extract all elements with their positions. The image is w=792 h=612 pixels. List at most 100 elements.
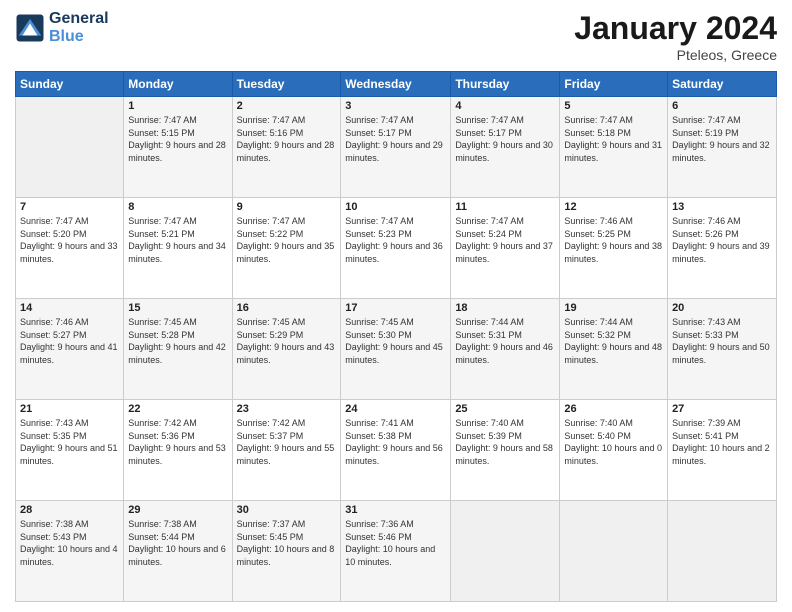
day-number: 13 bbox=[672, 201, 772, 213]
calendar-container: General Blue January 2024 Pteleos, Greec… bbox=[0, 0, 792, 612]
calendar-cell: 16Sunrise: 7:45 AMSunset: 5:29 PMDayligh… bbox=[232, 299, 341, 400]
day-info: Sunrise: 7:36 AMSunset: 5:46 PMDaylight:… bbox=[345, 518, 446, 568]
day-info: Sunrise: 7:47 AMSunset: 5:15 PMDaylight:… bbox=[128, 114, 227, 164]
calendar-cell: 18Sunrise: 7:44 AMSunset: 5:31 PMDayligh… bbox=[451, 299, 560, 400]
day-number: 23 bbox=[237, 403, 337, 415]
day-number: 15 bbox=[128, 302, 227, 314]
calendar-cell: 27 Sunrise: 7:39 AMSunset: 5:41 PMDayligh… bbox=[668, 400, 777, 501]
day-info: Sunrise: 7:47 AMSunset: 5:16 PMDaylight:… bbox=[237, 114, 337, 164]
logo-icon bbox=[15, 13, 45, 43]
day-number: 12 bbox=[564, 201, 663, 213]
logo-text: General Blue bbox=[49, 10, 109, 46]
title-block: January 2024 Pteleos, Greece bbox=[574, 10, 777, 63]
day-info: Sunrise: 7:47 AMSunset: 5:24 PMDaylight:… bbox=[455, 215, 555, 265]
day-number: 11 bbox=[455, 201, 555, 213]
calendar-cell: 13 Sunrise: 7:46 AMSunset: 5:26 PMDayligh… bbox=[668, 198, 777, 299]
calendar-cell: 5 Sunrise: 7:47 AMSunset: 5:18 PMDaylight… bbox=[560, 97, 668, 198]
day-number: 30 bbox=[237, 504, 337, 516]
day-number: 7 bbox=[20, 201, 119, 213]
day-number: 10 bbox=[345, 201, 446, 213]
day-info: Sunrise: 7:47 AMSunset: 5:23 PMDaylight:… bbox=[345, 215, 446, 265]
calendar-cell: 24 Sunrise: 7:41 AMSunset: 5:38 PMDayligh… bbox=[341, 400, 451, 501]
calendar-cell: 21 Sunrise: 7:43 AMSunset: 5:35 PMDayligh… bbox=[16, 400, 124, 501]
day-info: Sunrise: 7:45 AMSunset: 5:29 PMDaylight:… bbox=[237, 316, 337, 366]
calendar-cell: 31 Sunrise: 7:36 AMSunset: 5:46 PMDayligh… bbox=[341, 501, 451, 602]
day-info: Sunrise: 7:40 AMSunset: 5:39 PMDaylight:… bbox=[455, 417, 555, 467]
day-number: 8 bbox=[128, 201, 227, 213]
day-info: Sunrise: 7:47 AMSunset: 5:18 PMDaylight:… bbox=[564, 114, 663, 164]
day-info: Sunrise: 7:45 AMSunset: 5:28 PMDaylight:… bbox=[128, 316, 227, 366]
day-info: Sunrise: 7:43 AMSunset: 5:35 PMDaylight:… bbox=[20, 417, 119, 467]
calendar-cell: 1Sunrise: 7:47 AMSunset: 5:15 PMDaylight… bbox=[124, 97, 232, 198]
day-number: 4 bbox=[455, 100, 555, 112]
day-info: Sunrise: 7:37 AMSunset: 5:45 PMDaylight:… bbox=[237, 518, 337, 568]
calendar-cell bbox=[668, 501, 777, 602]
weekday-header-wednesday: Wednesday bbox=[341, 72, 451, 97]
day-info: Sunrise: 7:43 AMSunset: 5:33 PMDaylight:… bbox=[672, 316, 772, 366]
calendar-header: General Blue January 2024 Pteleos, Greec… bbox=[15, 10, 777, 63]
calendar-cell: 14 Sunrise: 7:46 AMSunset: 5:27 PMDayligh… bbox=[16, 299, 124, 400]
calendar-cell: 19Sunrise: 7:44 AMSunset: 5:32 PMDayligh… bbox=[560, 299, 668, 400]
calendar-week-row: 7Sunrise: 7:47 AMSunset: 5:20 PMDaylight… bbox=[16, 198, 777, 299]
calendar-subtitle: Pteleos, Greece bbox=[574, 47, 777, 63]
day-number: 31 bbox=[345, 504, 446, 516]
calendar-cell: 2 Sunrise: 7:47 AMSunset: 5:16 PMDaylight… bbox=[232, 97, 341, 198]
day-info: Sunrise: 7:46 AMSunset: 5:27 PMDaylight:… bbox=[20, 316, 119, 366]
day-number: 2 bbox=[237, 100, 337, 112]
day-number: 9 bbox=[237, 201, 337, 213]
day-info: Sunrise: 7:38 AMSunset: 5:44 PMDaylight:… bbox=[128, 518, 227, 568]
weekday-header-tuesday: Tuesday bbox=[232, 72, 341, 97]
calendar-cell: 25 Sunrise: 7:40 AMSunset: 5:39 PMDayligh… bbox=[451, 400, 560, 501]
day-info: Sunrise: 7:44 AMSunset: 5:32 PMDaylight:… bbox=[564, 316, 663, 366]
day-info: Sunrise: 7:39 AMSunset: 5:41 PMDaylight:… bbox=[672, 417, 772, 467]
day-number: 28 bbox=[20, 504, 119, 516]
calendar-cell: 20 Sunrise: 7:43 AMSunset: 5:33 PMDayligh… bbox=[668, 299, 777, 400]
day-info: Sunrise: 7:40 AMSunset: 5:40 PMDaylight:… bbox=[564, 417, 663, 467]
calendar-cell: 29 Sunrise: 7:38 AMSunset: 5:44 PMDayligh… bbox=[124, 501, 232, 602]
calendar-cell: 3Sunrise: 7:47 AMSunset: 5:17 PMDaylight… bbox=[341, 97, 451, 198]
day-number: 20 bbox=[672, 302, 772, 314]
day-info: Sunrise: 7:42 AMSunset: 5:36 PMDaylight:… bbox=[128, 417, 227, 467]
calendar-cell: 15 Sunrise: 7:45 AMSunset: 5:28 PMDayligh… bbox=[124, 299, 232, 400]
weekday-header-saturday: Saturday bbox=[668, 72, 777, 97]
weekday-header-friday: Friday bbox=[560, 72, 668, 97]
calendar-cell: 22Sunrise: 7:42 AMSunset: 5:36 PMDayligh… bbox=[124, 400, 232, 501]
day-number: 25 bbox=[455, 403, 555, 415]
calendar-cell bbox=[560, 501, 668, 602]
day-info: Sunrise: 7:41 AMSunset: 5:38 PMDaylight:… bbox=[345, 417, 446, 467]
day-info: Sunrise: 7:47 AMSunset: 5:21 PMDaylight:… bbox=[128, 215, 227, 265]
calendar-cell: 8 Sunrise: 7:47 AMSunset: 5:21 PMDaylight… bbox=[124, 198, 232, 299]
day-number: 6 bbox=[672, 100, 772, 112]
day-info: Sunrise: 7:42 AMSunset: 5:37 PMDaylight:… bbox=[237, 417, 337, 467]
day-number: 24 bbox=[345, 403, 446, 415]
day-number: 14 bbox=[20, 302, 119, 314]
day-number: 5 bbox=[564, 100, 663, 112]
calendar-cell: 23 Sunrise: 7:42 AMSunset: 5:37 PMDayligh… bbox=[232, 400, 341, 501]
day-number: 21 bbox=[20, 403, 119, 415]
day-number: 27 bbox=[672, 403, 772, 415]
weekday-header-row: SundayMondayTuesdayWednesdayThursdayFrid… bbox=[16, 72, 777, 97]
day-number: 3 bbox=[345, 100, 446, 112]
weekday-header-thursday: Thursday bbox=[451, 72, 560, 97]
calendar-cell: 7Sunrise: 7:47 AMSunset: 5:20 PMDaylight… bbox=[16, 198, 124, 299]
calendar-cell bbox=[451, 501, 560, 602]
calendar-week-row: 14 Sunrise: 7:46 AMSunset: 5:27 PMDayligh… bbox=[16, 299, 777, 400]
day-info: Sunrise: 7:38 AMSunset: 5:43 PMDaylight:… bbox=[20, 518, 119, 568]
day-info: Sunrise: 7:46 AMSunset: 5:25 PMDaylight:… bbox=[564, 215, 663, 265]
day-info: Sunrise: 7:46 AMSunset: 5:26 PMDaylight:… bbox=[672, 215, 772, 265]
calendar-cell: 12 Sunrise: 7:46 AMSunset: 5:25 PMDayligh… bbox=[560, 198, 668, 299]
day-number: 26 bbox=[564, 403, 663, 415]
day-info: Sunrise: 7:45 AMSunset: 5:30 PMDaylight:… bbox=[345, 316, 446, 366]
calendar-cell bbox=[16, 97, 124, 198]
calendar-week-row: 1Sunrise: 7:47 AMSunset: 5:15 PMDaylight… bbox=[16, 97, 777, 198]
day-number: 17 bbox=[345, 302, 446, 314]
weekday-header-monday: Monday bbox=[124, 72, 232, 97]
weekday-header-sunday: Sunday bbox=[16, 72, 124, 97]
calendar-cell: 11 Sunrise: 7:47 AMSunset: 5:24 PMDayligh… bbox=[451, 198, 560, 299]
calendar-cell: 26 Sunrise: 7:40 AMSunset: 5:40 PMDayligh… bbox=[560, 400, 668, 501]
calendar-cell: 10 Sunrise: 7:47 AMSunset: 5:23 PMDayligh… bbox=[341, 198, 451, 299]
day-info: Sunrise: 7:47 AMSunset: 5:22 PMDaylight:… bbox=[237, 215, 337, 265]
day-number: 29 bbox=[128, 504, 227, 516]
calendar-cell: 4Sunrise: 7:47 AMSunset: 5:17 PMDaylight… bbox=[451, 97, 560, 198]
calendar-cell: 6Sunrise: 7:47 AMSunset: 5:19 PMDaylight… bbox=[668, 97, 777, 198]
